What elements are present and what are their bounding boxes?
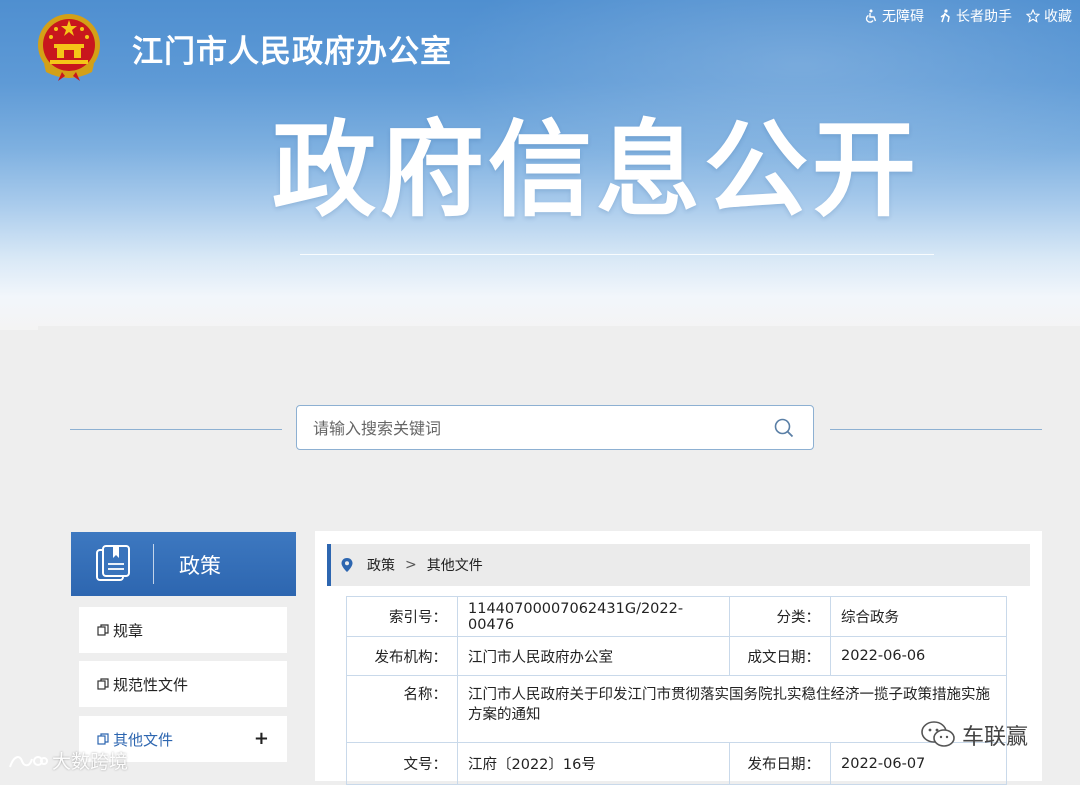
breadcrumb-separator: > [405, 557, 417, 573]
index-value: 11440700007062431G/2022-00476 [457, 596, 730, 637]
search-decor-line-right [830, 429, 1042, 430]
sidebar-item-label: 规范性文件 [113, 675, 189, 694]
top-links: 无障碍 长者助手 收藏 [864, 6, 1072, 26]
wave-logo-icon [9, 755, 48, 767]
sidebar-header: 政策 [71, 532, 296, 596]
table-row: 文号： 江府〔2022〕16号 发布日期： 2022-06-07 [346, 742, 1007, 785]
search-box [296, 405, 814, 451]
search-decor-line-left [70, 429, 282, 430]
sidebar-title: 政策 [179, 554, 221, 578]
document-stack-icon [96, 545, 130, 581]
header-banner: 江门市人民政府办公室 无障碍 长者助手 收藏 政府信息公开 [0, 0, 1080, 330]
watermark-right-text: 车联赢 [962, 725, 1029, 750]
favorite-label: 收藏 [1044, 9, 1072, 25]
expand-plus-icon[interactable]: + [254, 728, 269, 749]
sidebar-header-divider [153, 544, 154, 584]
search-icon[interactable] [773, 417, 795, 439]
doc-name-label: 名称： [346, 675, 458, 743]
index-label: 索引号： [346, 596, 458, 637]
elder-helper-label: 长者助手 [956, 9, 1012, 25]
category-label: 分类： [729, 596, 831, 637]
doc-number-value: 江府〔2022〕16号 [457, 742, 730, 785]
published-date-label: 发布日期： [729, 742, 831, 785]
category-value: 综合政务 [830, 596, 1007, 637]
sidebar-item-normative-docs[interactable]: 规范性文件 [79, 661, 287, 707]
breadcrumb: 政策 > 其他文件 [327, 544, 1030, 586]
site-title: 江门市人民政府办公室 [132, 34, 452, 70]
doc-number-label: 文号： [346, 742, 458, 785]
copy-doc-icon [97, 678, 109, 690]
accessibility-link[interactable]: 无障碍 [864, 6, 924, 26]
banner-divider [300, 254, 934, 255]
created-date-value: 2022-06-06 [830, 636, 1007, 676]
watermark-right: 车联赢 [920, 719, 1028, 751]
star-icon [1026, 9, 1040, 23]
sidebar-item-label: 规章 [113, 621, 144, 640]
page-banner-title: 政府信息公开 [272, 109, 921, 231]
table-row: 索引号： 11440700007062431G/2022-00476 分类： 综… [346, 596, 1007, 637]
accessibility-label: 无障碍 [882, 9, 924, 25]
location-pin-icon [341, 558, 353, 572]
national-emblem-icon [38, 14, 100, 81]
document-meta-table: 索引号： 11440700007062431G/2022-00476 分类： 综… [346, 596, 1007, 785]
elder-helper-link[interactable]: 长者助手 [938, 6, 1012, 26]
elder-icon [940, 9, 950, 23]
watermark-left: 大数跨境 [8, 747, 128, 774]
breadcrumb-policy[interactable]: 政策 [367, 555, 395, 575]
watermark-left-text: 大数跨境 [52, 751, 129, 773]
publisher-label: 发布机构： [346, 636, 458, 676]
copy-doc-icon [97, 624, 109, 636]
created-date-label: 成文日期： [729, 636, 831, 676]
copy-doc-icon [97, 733, 109, 745]
table-row: 发布机构： 江门市人民政府办公室 成文日期： 2022-06-06 [346, 636, 1007, 676]
favorite-link[interactable]: 收藏 [1026, 6, 1072, 26]
search-input[interactable] [311, 406, 755, 451]
wechat-icon [921, 721, 955, 747]
publisher-value: 江门市人民政府办公室 [457, 636, 730, 676]
breadcrumb-other-docs[interactable]: 其他文件 [427, 555, 483, 575]
table-row: 名称： 江门市人民政府关于印发江门市贯彻落实国务院扎实稳住经济一揽子政策措施实施… [346, 675, 1007, 743]
sidebar-item-regulations[interactable]: 规章 [79, 607, 287, 653]
wheelchair-icon [865, 9, 877, 23]
